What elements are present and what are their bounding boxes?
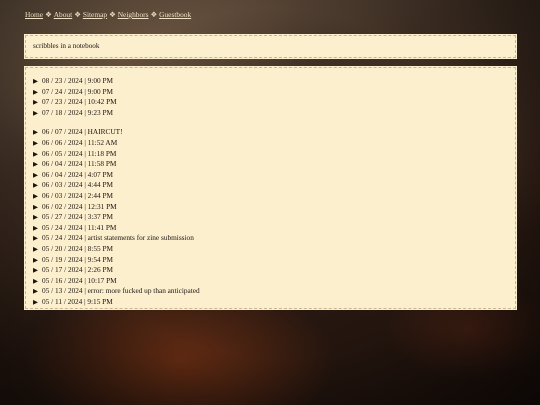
entry-label: 05 / 11 / 2024 | 9:15 PM xyxy=(42,296,113,306)
entry-item[interactable]: ▶ 06 / 06 / 2024 | 11:52 AM xyxy=(33,138,515,149)
entry-label: 05 / 16 / 2024 | 10:17 PM xyxy=(42,275,117,285)
entry-label: 06 / 05 / 2024 | 11:18 PM xyxy=(42,148,117,158)
entry-item[interactable]: ▶ 06 / 03 / 2024 | 2:44 PM xyxy=(33,191,515,202)
disclosure-triangle-icon: ▶ xyxy=(33,109,38,117)
entry-item[interactable]: ▶ 05 / 24 / 2024 | artist statements for … xyxy=(33,233,515,244)
entry-label: 07 / 23 / 2024 | 10:42 PM xyxy=(42,97,117,107)
entry-label: 08 / 23 / 2024 | 9:00 PM xyxy=(42,76,113,85)
top-nav: Home ❖ About ❖ Sitemap ❖ Neighbors ❖ Guestbook xyxy=(25,10,191,19)
entry-label: 06 / 04 / 2024 | 11:58 PM xyxy=(42,159,117,169)
entry-label: 06 / 03 / 2024 | 4:44 PM xyxy=(42,180,113,190)
title-panel: scribbles in a notebook xyxy=(25,35,516,58)
entry-label: 06 / 07 / 2024 | HAIRCUT! xyxy=(42,127,123,137)
entry-item[interactable]: ▶ 07 / 18 / 2024 | 9:23 PM xyxy=(33,108,515,119)
disclosure-triangle-icon: ▶ xyxy=(33,298,38,306)
entry-item[interactable]: ▶ 07 / 24 / 2024 | 9:00 PM xyxy=(33,87,515,98)
disclosure-triangle-icon: ▶ xyxy=(33,139,38,147)
nav-link-guestbook[interactable]: Guestbook xyxy=(159,10,191,19)
nav-separator: ❖ xyxy=(109,10,116,19)
nav-link-neighbors[interactable]: Neighbors xyxy=(118,10,149,19)
entry-item[interactable]: ▶ 06 / 03 / 2024 | 4:44 PM xyxy=(33,180,515,191)
entry-item[interactable]: ▶ 05 / 27 / 2024 | 3:37 PM xyxy=(33,212,515,223)
entry-item[interactable]: ▶ 05 / 24 / 2024 | 11:41 PM xyxy=(33,223,515,234)
entry-item[interactable]: ▶ 06 / 02 / 2024 | 12:31 PM xyxy=(33,202,515,213)
nav-separator: ❖ xyxy=(45,10,52,19)
entry-label: 05 / 20 / 2024 | 8:55 PM xyxy=(42,243,113,253)
nav-link-home[interactable]: Home xyxy=(25,10,43,19)
entry-item[interactable]: ▶ 05 / 20 / 2024 | 8:55 PM xyxy=(33,244,515,255)
entry-item[interactable]: ▶ 06 / 04 / 2024 | 11:58 PM xyxy=(33,159,515,170)
entry-item[interactable]: ▶ 05 / 17 / 2024 | 2:26 PM xyxy=(33,265,515,276)
entry-label: 06 / 04 / 2024 | 4:07 PM xyxy=(42,169,113,179)
entry-item[interactable]: ▶ 06 / 04 / 2024 | 4:07 PM xyxy=(33,170,515,181)
entries-list: ▶ 08 / 23 / 2024 | 9:00 PM ▶ 07 / 24 / 202… xyxy=(26,68,515,307)
entry-label: 06 / 03 / 2024 | 2:44 PM xyxy=(42,190,113,200)
entry-label: 06 / 02 / 2024 | 12:31 PM xyxy=(42,201,117,211)
entry-label: 05 / 27 / 2024 | 3:37 PM xyxy=(42,212,113,222)
entry-item[interactable]: ▶ 08 / 23 / 2024 | 9:00 PM xyxy=(33,76,515,87)
entry-label: 07 / 18 / 2024 | 9:23 PM xyxy=(42,107,113,117)
nav-link-about[interactable]: About xyxy=(54,10,72,19)
entry-label: 06 / 06 / 2024 | 11:52 AM xyxy=(42,137,118,147)
entry-label: 07 / 24 / 2024 | 9:00 PM xyxy=(42,86,113,96)
entry-item[interactable]: ▶ 05 / 13 / 2024 | error: more fucked up … xyxy=(33,286,515,297)
entry-label: 05 / 17 / 2024 | 2:26 PM xyxy=(42,265,113,275)
group-spacer xyxy=(33,118,515,127)
entry-label: 05 / 19 / 2024 | 9:54 PM xyxy=(42,254,113,264)
entry-item[interactable]: ▶ 06 / 05 / 2024 | 11:18 PM xyxy=(33,149,515,160)
nav-link-sitemap[interactable]: Sitemap xyxy=(83,10,107,19)
disclosure-triangle-icon: ▶ xyxy=(33,245,38,253)
entry-item[interactable]: ▶ 07 / 23 / 2024 | 10:42 PM xyxy=(33,97,515,108)
entry-label: 05 / 24 / 2024 | 11:41 PM xyxy=(42,222,117,232)
nav-separator: ❖ xyxy=(74,10,81,19)
entries-panel: ▶ 08 / 23 / 2024 | 9:00 PM ▶ 07 / 24 / 202… xyxy=(25,67,516,309)
entry-item[interactable]: ▶ 05 / 11 / 2024 | 9:15 PM xyxy=(33,297,515,308)
entry-label: 05 / 13 / 2024 | error: more fucked up t… xyxy=(42,286,200,296)
entry-item[interactable]: ▶ 05 / 19 / 2024 | 9:54 PM xyxy=(33,255,515,266)
entry-label: 05 / 24 / 2024 | artist statements for z… xyxy=(42,233,194,243)
page-title: scribbles in a notebook xyxy=(33,42,100,50)
entry-item[interactable]: ▶ 05 / 16 / 2024 | 10:17 PM xyxy=(33,276,515,287)
nav-separator: ❖ xyxy=(150,10,158,19)
entry-item[interactable]: ▶ 06 / 07 / 2024 | HAIRCUT! xyxy=(33,127,515,138)
disclosure-triangle-icon: ▶ xyxy=(33,192,38,200)
